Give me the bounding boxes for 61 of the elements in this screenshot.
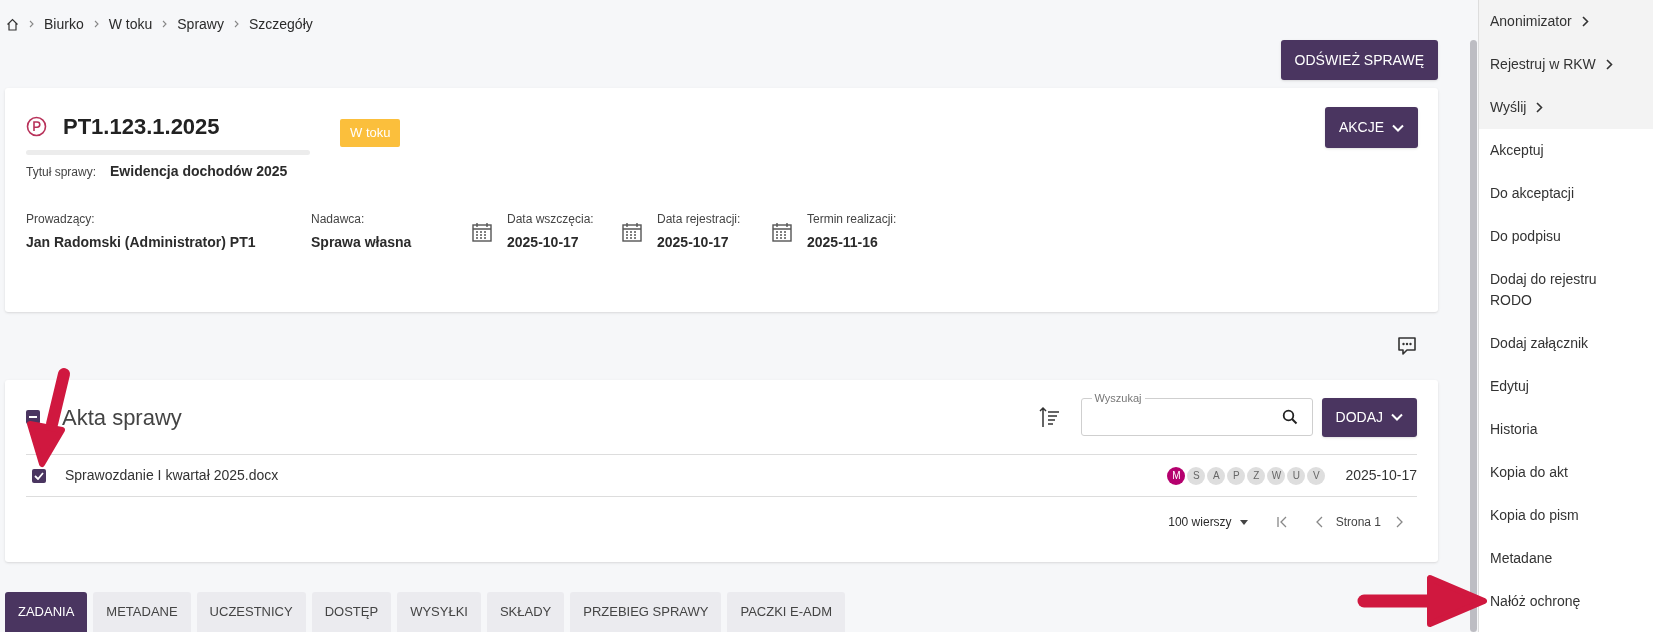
caret-down-icon — [1239, 519, 1248, 525]
refresh-button[interactable]: ODŚWIEŻ SPRAWĘ — [1280, 40, 1438, 80]
tab[interactable]: SKŁADY — [486, 592, 565, 632]
field-label: Data rejestracji: — [657, 211, 741, 228]
chevron-right-icon — [1581, 16, 1589, 27]
breadcrumb-link[interactable]: W toku — [108, 13, 153, 35]
home-icon[interactable] — [6, 17, 19, 31]
search-icon — [1281, 409, 1298, 425]
case-type-icon — [26, 116, 47, 137]
field-value: 2025-10-17 — [507, 233, 580, 252]
case-number: PT1.123.1.2025 — [63, 113, 220, 141]
chevron-down-icon — [1392, 123, 1404, 132]
page-indicator: Strona 1 — [1335, 514, 1381, 531]
chevron-right-icon — [93, 20, 99, 28]
breadcrumb-link[interactable]: Biurko — [44, 13, 84, 35]
chevron-right-icon — [233, 20, 239, 28]
next-page-icon[interactable] — [1395, 516, 1403, 528]
sort-icon[interactable] — [1038, 405, 1061, 429]
section-title: Akta sprawy — [62, 403, 182, 432]
calendar-icon — [771, 220, 793, 243]
field-value: Ewidencja dochodów 2025 — [110, 162, 288, 181]
chevron-right-icon — [29, 20, 34, 28]
add-button[interactable]: DODAJ — [1321, 397, 1417, 437]
tab[interactable]: METADANE — [93, 592, 191, 632]
file-name[interactable]: Sprawozdanie I kwartał 2025.docx — [65, 465, 279, 486]
field-label: Data wszczęcia: — [507, 211, 594, 228]
select-all-checkbox[interactable] — [26, 410, 40, 424]
field-label: Prowadzący: — [26, 211, 96, 228]
menu-item[interactable]: Wyślij — [1479, 86, 1653, 129]
chevron-right-icon — [1536, 102, 1544, 113]
first-page-icon[interactable] — [1275, 516, 1288, 528]
file-date: 2025-10-17 — [1345, 466, 1417, 485]
tab[interactable]: PRZEBIEG SPRAWY — [570, 592, 722, 632]
calendar-icon — [471, 220, 493, 243]
field-label: Nadawca: — [311, 211, 366, 228]
chevron-right-icon — [1605, 59, 1613, 70]
field-label: Termin realizacji: — [807, 211, 897, 228]
tab[interactable]: UCZESTNICY — [196, 592, 306, 632]
chevron-right-icon — [162, 20, 168, 28]
tab[interactable]: WYSYŁKI — [397, 592, 481, 632]
breadcrumb-link[interactable]: Szczegóły — [248, 13, 313, 35]
menu-item[interactable]: Rejestruj w RKW — [1479, 43, 1653, 86]
menu-item[interactable]: Anonimizator — [1479, 0, 1653, 43]
tab[interactable]: DOSTĘP — [311, 592, 392, 632]
field-value: 2025-11-16 — [807, 233, 879, 252]
field-value: Sprawa własna — [311, 233, 412, 252]
calendar-icon — [621, 220, 643, 243]
status-badge: W toku — [340, 119, 401, 147]
row-checkbox[interactable] — [32, 468, 46, 483]
field-value: 2025-10-17 — [657, 233, 730, 252]
tab[interactable]: PACZKI E-ADM — [727, 592, 845, 632]
field-value: Jan Radomski (Administrator) PT1 — [26, 233, 256, 252]
rows-per-page-select[interactable]: 100 wierszy — [1168, 513, 1248, 531]
tab[interactable]: ZADANIA — [5, 592, 88, 632]
breadcrumb-link[interactable]: Sprawy — [177, 13, 224, 35]
chevron-down-icon — [1391, 413, 1403, 421]
field-label: Tytuł sprawy: — [26, 163, 97, 181]
comment-icon[interactable] — [1396, 335, 1418, 357]
actions-button[interactable]: AKCJE — [1324, 107, 1418, 148]
previous-page-icon[interactable] — [1315, 516, 1324, 528]
scrollbar[interactable] — [1469, 40, 1477, 632]
